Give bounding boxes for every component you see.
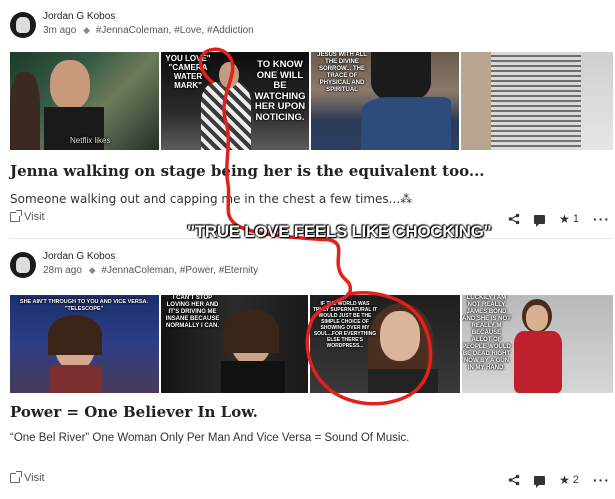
post-title[interactable]: Jenna walking on stage being her is the … [10, 162, 485, 180]
visit-link[interactable]: Visit [10, 471, 45, 484]
image-thumbnail[interactable]: Netflix likes [10, 52, 159, 150]
author-name[interactable]: Jordan G Kobos [43, 251, 115, 262]
post-actions: ★ 2 ··· [508, 472, 610, 488]
image-thumbnail[interactable]: SHE AIN'T THROUGH TO YOU AND VICE VERSA.… [10, 295, 159, 393]
image-thumbnail[interactable]: IF THE WORLD WAS TRULY SUPERNATURAL IT W… [310, 295, 460, 393]
image-caption: I CAN'T STOP LOVING HER AND IT'S DRIVING… [165, 295, 220, 329]
share-icon[interactable] [508, 213, 520, 225]
post-header: Jordan G Kobos 3m ago ◆ #JennaColeman, #… [10, 10, 410, 40]
image-caption: YOU LOVE" "CAMERA WATER MARK" [165, 54, 211, 90]
image-strip[interactable]: Netflix likes YOU LOVE" "CAMERA WATER MA… [10, 52, 613, 150]
comment-icon[interactable] [534, 475, 546, 488]
image-caption: LUCKILY I AM NOT REALLY JAMES BOND AND S… [462, 295, 511, 371]
image-caption: TO KNOW ONE WILL BE WATCHING HER UPON NO… [254, 59, 306, 123]
image-thumbnail[interactable]: LUCKILY I AM NOT REALLY JAMES BOND AND S… [461, 295, 613, 393]
avatar[interactable] [10, 252, 36, 278]
post-card-2: Jordan G Kobos 28m ago ◆ #JennaColeman, … [0, 240, 615, 499]
post-footer: Visit ★ 2 ··· [10, 471, 610, 488]
tag-icon: ◆ [88, 265, 96, 275]
post-meta: 3m ago ◆ #JennaColeman, #Love, #Addictio… [43, 25, 254, 36]
image-caption: JESUS WITH ALL THE DIVINE SORROW... THE … [317, 52, 367, 93]
post-time: 28m ago [43, 265, 82, 276]
image-caption: Netflix likes [70, 136, 111, 145]
visit-label: Visit [24, 211, 45, 223]
post-meta: 28m ago ◆ #JennaColeman, #Power, #Eterni… [43, 265, 258, 276]
image-thumbnail[interactable]: JESUS WITH ALL THE DIVINE SORROW... THE … [311, 52, 459, 150]
star-icon: ★ [559, 212, 570, 226]
more-options-icon[interactable]: ··· [593, 211, 610, 227]
tag-icon: ◆ [83, 25, 91, 35]
visit-label: Visit [24, 472, 45, 484]
more-options-icon[interactable]: ··· [593, 472, 610, 488]
image-thumbnail[interactable] [461, 52, 613, 150]
image-caption: SHE AIN'T THROUGH TO YOU AND VICE VERSA.… [19, 299, 149, 312]
external-link-icon [10, 471, 22, 483]
upvote-count: 2 [572, 474, 579, 486]
image-thumbnail[interactable]: I CAN'T STOP LOVING HER AND IT'S DRIVING… [160, 295, 308, 393]
external-link-icon [10, 210, 22, 222]
upvote-button[interactable]: ★ 1 [559, 212, 579, 226]
post-card-1: Jordan G Kobos 3m ago ◆ #JennaColeman, #… [0, 0, 615, 240]
author-name[interactable]: Jordan G Kobos [43, 11, 115, 22]
post-excerpt[interactable]: “One Bel River” One Woman Only Per Man A… [10, 432, 409, 444]
post-header: Jordan G Kobos 28m ago ◆ #JennaColeman, … [10, 250, 410, 280]
star-icon: ★ [559, 473, 570, 487]
upvote-button[interactable]: ★ 2 [559, 473, 579, 487]
image-strip[interactable]: SHE AIN'T THROUGH TO YOU AND VICE VERSA.… [10, 295, 613, 393]
post-time: 3m ago [43, 25, 77, 36]
visit-link[interactable]: Visit [10, 210, 45, 223]
post-actions: ★ 1 ··· [508, 211, 610, 227]
upvote-count: 1 [572, 213, 579, 225]
post-tags[interactable]: #JennaColeman, #Love, #Addiction [96, 25, 254, 36]
overlay-caption: "TRUE LOVE FEELS LIKE CHOCKING" [187, 222, 492, 241]
post-title[interactable]: Power = One Believer In Low. [10, 403, 258, 421]
comment-icon[interactable] [534, 214, 546, 227]
image-caption: IF THE WORLD WAS TRULY SUPERNATURAL IT W… [312, 301, 378, 349]
avatar[interactable] [10, 12, 36, 38]
post-tags[interactable]: #JennaColeman, #Power, #Eternity [101, 265, 258, 276]
share-icon[interactable] [508, 474, 520, 486]
post-excerpt[interactable]: Someone walking out and capping me in th… [10, 192, 412, 206]
image-thumbnail[interactable]: YOU LOVE" "CAMERA WATER MARK" TO KNOW ON… [161, 52, 309, 150]
